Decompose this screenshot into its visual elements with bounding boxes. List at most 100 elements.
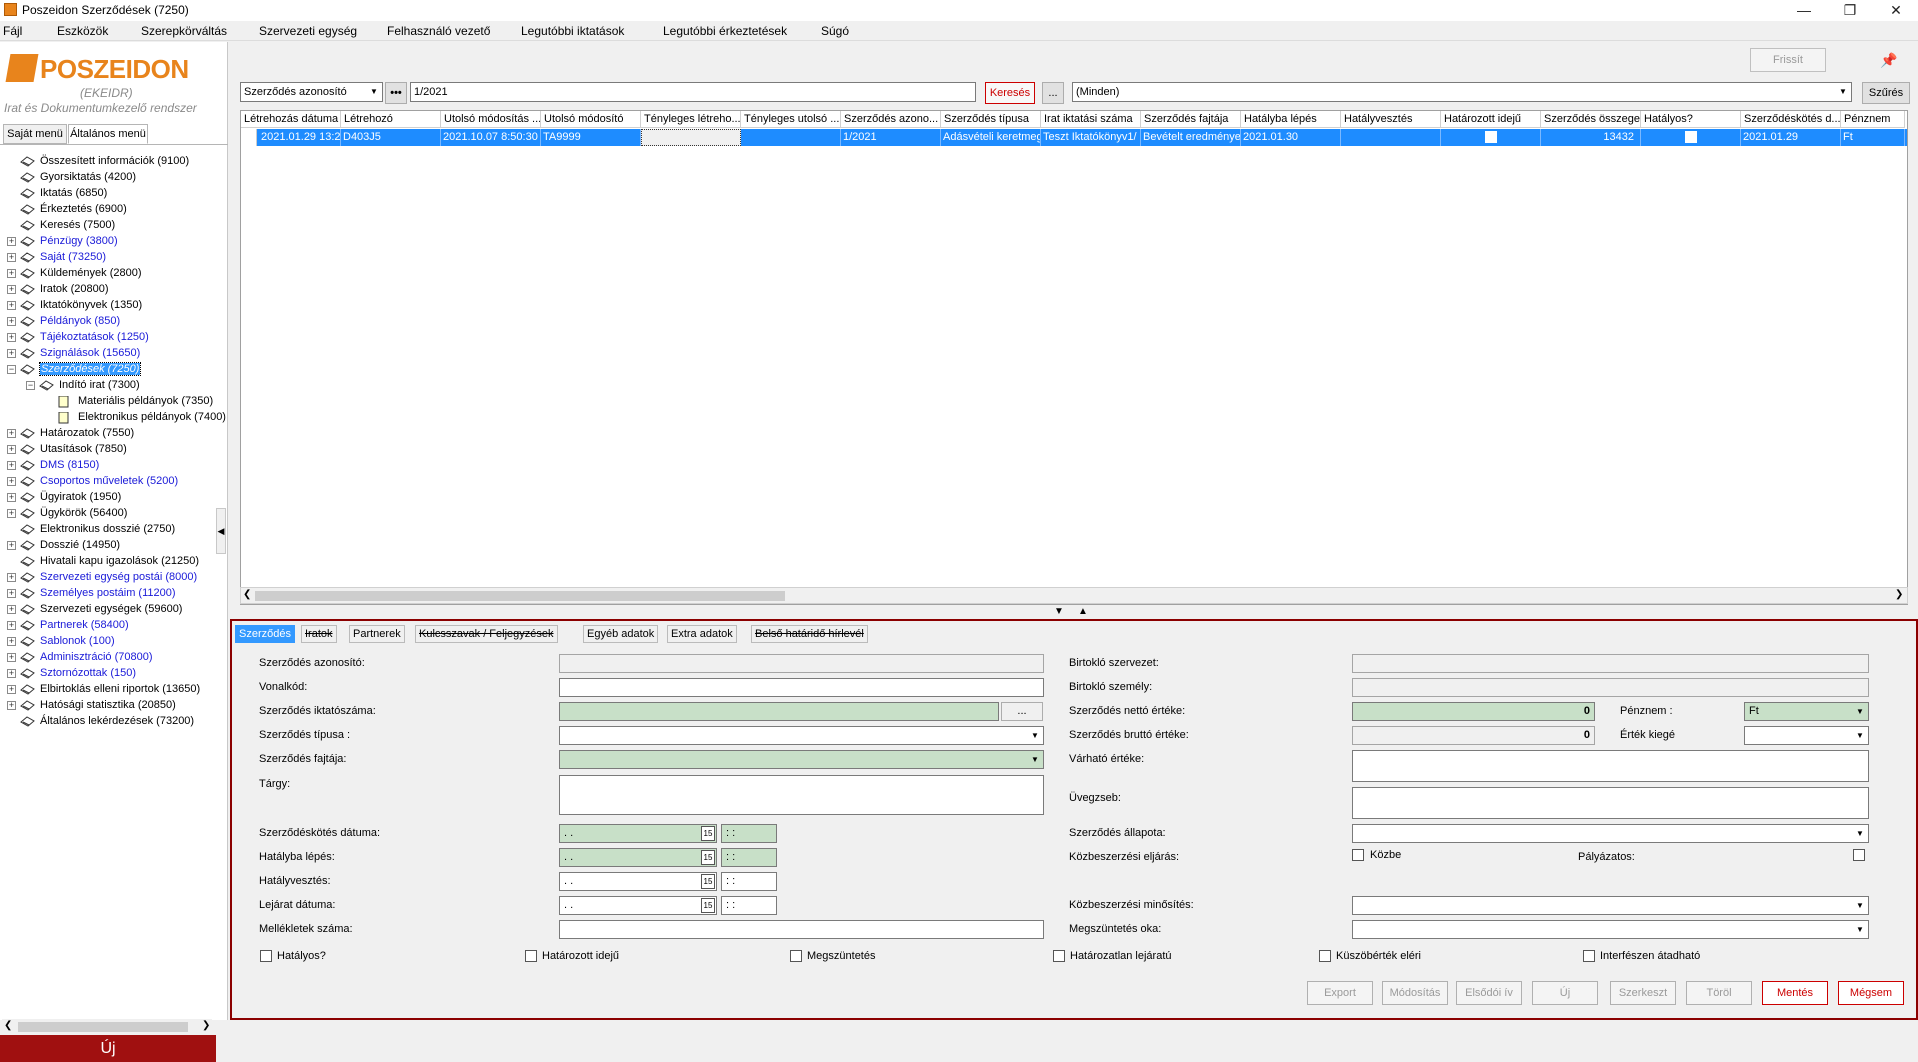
sidebar-item[interactable]: + Elbirtoklás elleni riportok (13650) <box>7 681 200 697</box>
tender-checkbox[interactable] <box>1853 849 1865 861</box>
new-record-button[interactable]: Új <box>1532 981 1598 1005</box>
sidebar-item[interactable]: + DMS (8150) <box>7 457 99 473</box>
expander-icon[interactable]: + <box>7 669 16 678</box>
calendar-icon[interactable]: 15 <box>701 850 715 865</box>
menu-recent-filings[interactable]: Legutóbbi iktatások <box>521 24 624 38</box>
menu-file[interactable]: Fájl <box>3 24 22 38</box>
interface-checkbox[interactable] <box>1583 950 1595 962</box>
sidebar-item[interactable]: + Saját (73250) <box>7 249 106 265</box>
sidebar-item[interactable]: Érkeztetés (6900) <box>20 201 127 217</box>
expander-icon[interactable]: + <box>7 349 16 358</box>
filing-number-lookup-button[interactable]: ... <box>1001 702 1043 721</box>
column-header[interactable]: Utolsó módosító <box>541 111 641 128</box>
procurement-rating-select[interactable]: ▼ <box>1352 896 1869 915</box>
search-input[interactable]: 1/2021 <box>410 82 976 102</box>
tab-own-menu[interactable]: Saját menü <box>3 124 67 144</box>
column-header[interactable]: Tényleges utolsó ... <box>741 111 841 128</box>
sidebar-item[interactable]: Összesített információk (9100) <box>20 153 189 169</box>
column-header[interactable]: Pénznem <box>1841 111 1905 128</box>
calendar-icon[interactable]: 15 <box>701 874 715 889</box>
column-header[interactable]: Hatályos? <box>1641 111 1741 128</box>
sidebar-item[interactable]: + Csoportos műveletek (5200) <box>7 473 178 489</box>
signing-time-field[interactable]: : : <box>721 824 777 843</box>
expander-icon[interactable]: + <box>7 269 16 278</box>
expander-icon[interactable]: + <box>7 605 16 614</box>
holder-org-field[interactable] <box>1352 654 1869 673</box>
effective-time-field[interactable]: : : <box>721 848 777 867</box>
sidebar-item[interactable]: + Példányok (850) <box>7 313 120 329</box>
expander-icon[interactable]: + <box>7 333 16 342</box>
expander-icon[interactable]: + <box>7 429 16 438</box>
signing-date-field[interactable]: . . 15 <box>559 824 717 843</box>
expiry-date-field[interactable]: . . 15 <box>559 872 717 891</box>
menu-org-unit[interactable]: Szervezeti egység <box>259 24 357 38</box>
cover-sheet-button[interactable]: Elsődói ív <box>1456 981 1522 1005</box>
contract-status-select[interactable]: ▼ <box>1352 824 1869 843</box>
sidebar-item[interactable]: − Szerződések (7250) <box>7 361 142 377</box>
sidebar-item[interactable]: + Határozatok (7550) <box>7 425 134 441</box>
sidebar-horizontal-scrollbar[interactable]: ❮ ❯ <box>2 1019 212 1035</box>
sidebar-item[interactable]: + Szervezeti egység postái (8000) <box>7 569 197 585</box>
sidebar-item[interactable]: + Személyes postáim (11200) <box>7 585 176 601</box>
detail-tab[interactable]: Egyéb adatok <box>583 625 659 643</box>
expander-icon[interactable]: + <box>7 621 16 630</box>
procurement-checkbox[interactable] <box>1352 849 1364 861</box>
sidebar-item[interactable]: Iktatás (6850) <box>20 185 107 201</box>
detail-tab[interactable]: Szerződés <box>235 625 295 643</box>
grid-horizontal-scrollbar[interactable]: ❮ ❯ <box>240 587 1908 604</box>
restore-icon[interactable]: ❐ <box>1830 0 1870 21</box>
sidebar-item[interactable]: + Utasítások (7850) <box>7 441 127 457</box>
expander-icon[interactable]: + <box>7 701 16 710</box>
due-date-field[interactable]: . . 15 <box>559 896 717 915</box>
expander-icon[interactable]: + <box>7 493 16 502</box>
expander-icon[interactable]: + <box>7 253 16 262</box>
sidebar-item[interactable]: + Ügykörök (56400) <box>7 505 127 521</box>
expander-icon[interactable]: + <box>7 653 16 662</box>
filing-number-field[interactable] <box>559 702 999 721</box>
termination-reason-select[interactable]: ▼ <box>1352 920 1869 939</box>
sidebar-item[interactable]: + Küldemények (2800) <box>7 265 142 281</box>
sidebar-item[interactable]: Gyorsiktatás (4200) <box>20 169 136 185</box>
attachments-field[interactable] <box>559 920 1044 939</box>
sidebar-item[interactable]: + Szignálások (15650) <box>7 345 140 361</box>
menu-role-switch[interactable]: Szerepkörváltás <box>141 24 227 38</box>
value-supplement-select[interactable]: ▼ <box>1744 726 1869 745</box>
column-header[interactable]: Szerződés típusa <box>941 111 1041 128</box>
detail-tab[interactable]: Iratok <box>301 625 337 643</box>
fixed-term-checkbox[interactable] <box>525 950 537 962</box>
sidebar-item[interactable]: + Partnerek (58400) <box>7 617 129 633</box>
contract-type-select[interactable]: ▼ <box>559 726 1044 745</box>
sidebar-item[interactable]: + Sztornózottak (150) <box>7 665 136 681</box>
tab-general-menu[interactable]: Általános menü <box>68 124 148 144</box>
column-header[interactable]: Szerződés fajtája <box>1141 111 1241 128</box>
subject-textarea[interactable] <box>559 775 1044 815</box>
detail-tab[interactable]: Extra adatok <box>667 625 737 643</box>
menu-help[interactable]: Súgó <box>821 24 849 38</box>
sidebar-item[interactable]: + Adminisztráció (70800) <box>7 649 153 665</box>
filter-button[interactable]: Szűrés <box>1862 82 1910 104</box>
expander-icon[interactable]: + <box>7 237 16 246</box>
detail-tab[interactable]: Belső határidő hírlevél <box>751 625 868 643</box>
sidebar-item[interactable]: Keresés (7500) <box>20 217 115 233</box>
expander-icon[interactable]: + <box>7 541 16 550</box>
calendar-icon[interactable]: 15 <box>701 898 715 913</box>
net-value-field[interactable]: 0 <box>1352 702 1595 721</box>
ellipsis-icon[interactable]: ••• <box>385 82 407 104</box>
edit-button[interactable]: Szerkeszt <box>1610 981 1676 1005</box>
column-header[interactable]: Hatályvesztés <box>1341 111 1441 128</box>
delete-button[interactable]: Töröl <box>1686 981 1752 1005</box>
expiry-time-field[interactable]: : : <box>721 872 777 891</box>
sidebar-collapse-icon[interactable]: ◀ <box>216 508 226 554</box>
refresh-button[interactable]: Frissít <box>1750 48 1826 72</box>
column-header[interactable]: Szerződés azono... <box>841 111 941 128</box>
search-button[interactable]: Keresés <box>985 82 1035 104</box>
table-row[interactable]: 2021.01.29 13:2 D403J5 2021.10.07 8:50:30 T… <box>241 129 1907 146</box>
contract-id-field[interactable] <box>559 654 1044 673</box>
detail-tab[interactable]: Kulcsszavak / Feljegyzések <box>415 625 558 643</box>
column-header[interactable]: Szerződéskötés d... <box>1741 111 1841 128</box>
row-selector[interactable] <box>241 129 257 146</box>
search-field-select[interactable]: Szerződés azonosító ▼ <box>240 82 383 102</box>
sidebar-item[interactable]: − Indító irat (7300) <box>26 377 140 393</box>
effective-date-field[interactable]: . . 15 <box>559 848 717 867</box>
menu-recent-arrivals[interactable]: Legutóbbi érkeztetések <box>663 24 787 38</box>
